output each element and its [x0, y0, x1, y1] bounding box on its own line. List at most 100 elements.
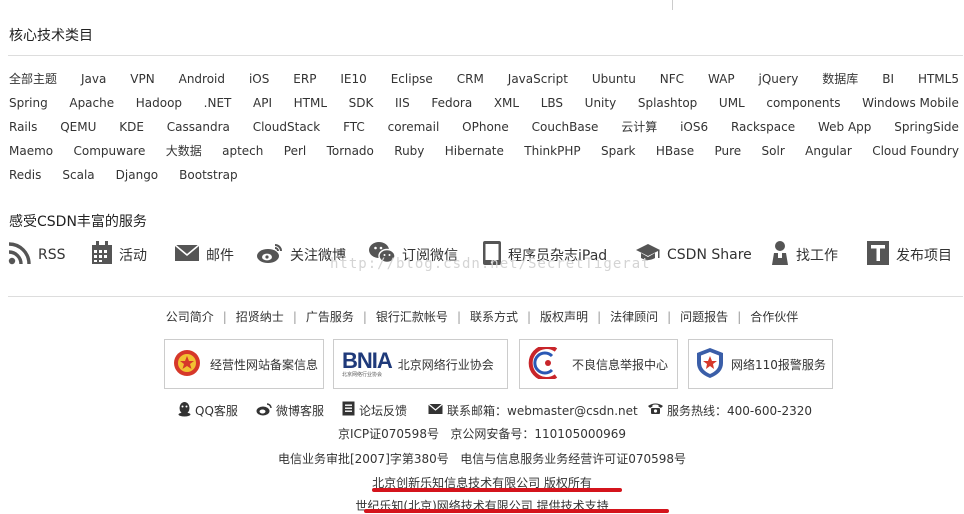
- badge-report-center[interactable]: 不良信息举报中心: [519, 339, 678, 389]
- tag-link[interactable]: Ubuntu: [592, 72, 636, 86]
- tag-link[interactable]: Hibernate: [445, 144, 504, 158]
- service-csdn-share[interactable]: CSDN Share: [635, 238, 752, 272]
- report-center-icon: [526, 344, 564, 382]
- footer-link[interactable]: 广告服务: [306, 310, 354, 324]
- tag-link[interactable]: Unity: [585, 96, 617, 110]
- footer-link[interactable]: 联系方式: [470, 310, 518, 324]
- tag-link[interactable]: jQuery: [759, 72, 799, 86]
- tag-link[interactable]: API: [253, 96, 272, 110]
- tag-link[interactable]: LBS: [541, 96, 563, 110]
- tag-link[interactable]: Splashtop: [638, 96, 697, 110]
- tag-link[interactable]: XML: [494, 96, 519, 110]
- tag-link[interactable]: Apache: [69, 96, 114, 110]
- tag-link[interactable]: ThinkPHP: [524, 144, 580, 158]
- tag-link[interactable]: Bootstrap: [179, 168, 237, 182]
- badge-label: 经营性网站备案信息: [210, 357, 319, 372]
- tag-row: Redis Scala Django Bootstrap: [9, 163, 963, 187]
- tag-link[interactable]: iOS6: [680, 120, 708, 134]
- tag-link[interactable]: components: [766, 96, 840, 110]
- tag-link[interactable]: Spring: [9, 96, 48, 110]
- tag-link[interactable]: Windows Mobile: [862, 96, 959, 110]
- tag-link[interactable]: CloudStack: [253, 120, 321, 134]
- tag-link[interactable]: Tornado: [327, 144, 374, 158]
- tag-link[interactable]: FTC: [343, 120, 365, 134]
- tag-cloud: 全部主题 Java VPN Android iOS ERP IE10 Eclipse CRM Ja…: [9, 67, 963, 187]
- tag-link[interactable]: Scala: [62, 168, 94, 182]
- tag-link[interactable]: aptech: [222, 144, 263, 158]
- tag-link[interactable]: 云计算: [621, 120, 657, 134]
- qq-support-link[interactable]: QQ客服: [177, 401, 238, 419]
- service-mail[interactable]: 邮件: [174, 238, 234, 272]
- service-rss[interactable]: RSS: [8, 238, 66, 272]
- tag-link[interactable]: 数据库: [822, 72, 858, 86]
- tag-link[interactable]: Pure: [714, 144, 741, 158]
- tag-link[interactable]: Android: [179, 72, 225, 86]
- badge-site-record[interactable]: 经营性网站备案信息: [164, 339, 324, 389]
- tag-row: Maemo Compuware 大数据 aptech Perl Tornado Ruby Hi…: [9, 139, 963, 163]
- tag-link[interactable]: IIS: [395, 96, 410, 110]
- tag-link[interactable]: Redis: [9, 168, 41, 182]
- tag-link[interactable]: coremail: [388, 120, 440, 134]
- tag-link[interactable]: Rackspace: [731, 120, 795, 134]
- tag-link[interactable]: Maemo: [9, 144, 53, 158]
- footer-divider: [8, 296, 963, 297]
- tag-link[interactable]: IE10: [340, 72, 366, 86]
- weibo-support-link[interactable]: 微博客服: [256, 401, 324, 419]
- tag-link[interactable]: JavaScript: [508, 72, 568, 86]
- tag-link[interactable]: HTML: [294, 96, 327, 110]
- tag-link[interactable]: VPN: [130, 72, 154, 86]
- top-divider: [672, 0, 673, 10]
- tag-link[interactable]: Web App: [818, 120, 871, 134]
- tag-link[interactable]: 全部主题: [9, 72, 57, 86]
- footer-link[interactable]: 版权声明: [540, 310, 588, 324]
- tag-link[interactable]: KDE: [119, 120, 144, 134]
- badge-police-110[interactable]: 网络110报警服务: [688, 339, 833, 389]
- contact-email[interactable]: 联系邮箱：webmaster@csdn.net: [428, 401, 638, 419]
- tag-link[interactable]: iOS: [249, 72, 269, 86]
- tag-link[interactable]: HTML5: [918, 72, 959, 86]
- badge-bnia[interactable]: BNIA 北京网络行业协会 北京网络行业协会: [333, 339, 508, 389]
- tag-link[interactable]: Cassandra: [167, 120, 230, 134]
- tag-link[interactable]: HBase: [656, 144, 694, 158]
- tag-link[interactable]: QEMU: [60, 120, 96, 134]
- tag-link[interactable]: BI: [882, 72, 894, 86]
- tag-link[interactable]: CRM: [457, 72, 484, 86]
- tag-link[interactable]: Java: [81, 72, 106, 86]
- tag-link[interactable]: Angular: [805, 144, 852, 158]
- tag-link[interactable]: Ruby: [394, 144, 424, 158]
- tag-link[interactable]: ERP: [293, 72, 316, 86]
- tag-link[interactable]: WAP: [708, 72, 735, 86]
- tag-link[interactable]: .NET: [204, 96, 232, 110]
- tag-link[interactable]: Eclipse: [391, 72, 433, 86]
- service-post-project[interactable]: 发布项目: [866, 238, 952, 272]
- services-section-title: 感受CSDN丰富的服务: [9, 214, 147, 230]
- tag-link[interactable]: OPhone: [462, 120, 509, 134]
- tag-link[interactable]: Compuware: [74, 144, 146, 158]
- tag-link[interactable]: SDK: [349, 96, 374, 110]
- footer-link[interactable]: 招贤纳士: [236, 310, 284, 324]
- tag-link[interactable]: CouchBase: [532, 120, 599, 134]
- service-activity[interactable]: 活动: [91, 238, 147, 272]
- footer-link[interactable]: 公司简介: [166, 310, 214, 324]
- tag-link[interactable]: 大数据: [166, 144, 202, 158]
- tag-link[interactable]: UML: [719, 96, 745, 110]
- footer-link[interactable]: 法律顾问: [610, 310, 658, 324]
- tag-link[interactable]: Fedora: [431, 96, 472, 110]
- red-underline-1: [372, 488, 622, 492]
- footer-link[interactable]: 银行汇款帐号: [376, 310, 448, 324]
- tag-link[interactable]: NFC: [660, 72, 684, 86]
- tag-link[interactable]: Hadoop: [136, 96, 182, 110]
- tag-link[interactable]: Cloud Foundry: [872, 144, 959, 158]
- tag-link[interactable]: Django: [116, 168, 159, 182]
- footer-link[interactable]: 合作伙伴: [750, 310, 798, 324]
- service-hotline: 服务热线：400-600-2320: [647, 401, 812, 419]
- tag-link[interactable]: Solr: [762, 144, 785, 158]
- watermark: http://blog.csdn.net/SecretTigerat: [330, 256, 651, 272]
- tag-link[interactable]: Perl: [284, 144, 306, 158]
- service-find-job[interactable]: 找工作: [770, 238, 838, 272]
- forum-feedback-link[interactable]: 论坛反馈: [342, 401, 407, 419]
- tag-link[interactable]: Rails: [9, 120, 37, 134]
- tag-link[interactable]: Spark: [601, 144, 635, 158]
- tag-link[interactable]: SpringSide: [894, 120, 959, 134]
- footer-link[interactable]: 问题报告: [680, 310, 728, 324]
